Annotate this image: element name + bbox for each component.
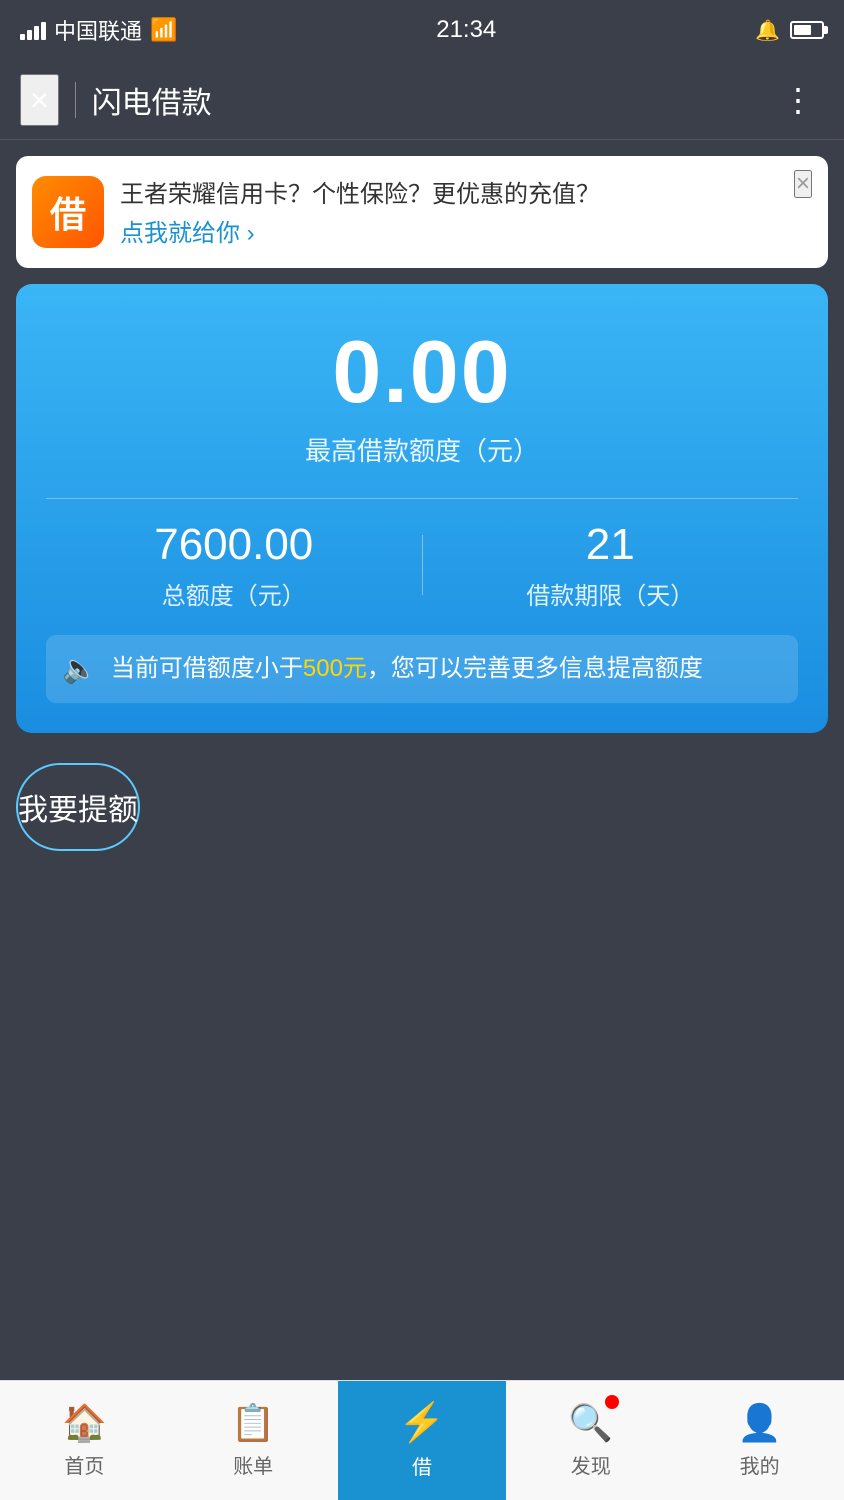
signal-icon xyxy=(20,20,46,40)
nav-item-borrow-label: 借 xyxy=(412,1451,432,1480)
wifi-icon: 📶 xyxy=(150,17,177,43)
ad-banner: 借 王者荣耀信用卡？个性保险？更优惠的充值？ 点我就给你 › × xyxy=(16,156,828,268)
status-time: 21:34 xyxy=(436,16,496,44)
card-divider xyxy=(46,498,798,499)
loan-days-label: 借款期限（天） xyxy=(423,576,799,611)
page-title: 闪电借款 xyxy=(92,78,774,122)
more-button[interactable]: ⋮ xyxy=(774,73,824,127)
status-left: 中国联通 📶 xyxy=(20,14,177,46)
nav-bar: × 闪电借款 ⋮ xyxy=(0,60,844,140)
notice-prefix: 当前可借额度小于 xyxy=(111,655,303,682)
nav-item-bill[interactable]: 📋 账单 xyxy=(169,1381,338,1500)
nav-divider xyxy=(75,82,76,118)
status-bar: 中国联通 📶 21:34 🔔 xyxy=(0,0,844,60)
carrier-label: 中国联通 xyxy=(54,14,142,46)
lightning-icon: ⚡ xyxy=(398,1401,445,1445)
notice-row: 🔈 当前可借额度小于500元，您可以完善更多信息提高额度 xyxy=(46,635,798,703)
nav-item-borrow[interactable]: ⚡ 借 xyxy=(338,1381,507,1500)
nav-item-bill-label: 账单 xyxy=(233,1450,273,1479)
battery-fill xyxy=(794,25,811,35)
discover-icon: 🔍 xyxy=(568,1402,613,1444)
ad-link[interactable]: 点我就给你 › xyxy=(120,220,255,247)
ad-text-content: 王者荣耀信用卡？个性保险？更优惠的充值？ 点我就给你 › xyxy=(120,177,812,248)
notice-suffix: ，您可以完善更多信息提高额度 xyxy=(367,655,703,682)
profile-icon: 👤 xyxy=(737,1402,782,1444)
speaker-icon: 🔈 xyxy=(62,652,97,685)
amount-display: 0.00 xyxy=(46,324,798,421)
nav-item-home-label: 首页 xyxy=(64,1450,104,1479)
total-amount-value: 7600.00 xyxy=(46,519,422,572)
stats-row: 7600.00 总额度（元） 21 借款期限（天） xyxy=(46,519,798,611)
amount-value: 0.00 xyxy=(46,324,798,421)
ad-logo-icon: 借 xyxy=(32,176,104,248)
bill-icon: 📋 xyxy=(231,1402,276,1444)
increase-limit-label: 我要提额 xyxy=(18,785,138,829)
bell-icon: 🔔 xyxy=(755,18,780,43)
discover-badge xyxy=(605,1395,619,1409)
nav-item-mine-label: 我的 xyxy=(740,1450,780,1479)
notice-highlight: 500元 xyxy=(303,655,367,682)
total-amount-label: 总额度（元） xyxy=(46,576,422,611)
battery-icon xyxy=(790,21,824,39)
amount-label: 最高借款额度（元） xyxy=(46,431,798,468)
nav-item-discover-label: 发现 xyxy=(571,1450,611,1479)
ad-main-text: 王者荣耀信用卡？个性保险？更优惠的充值？ xyxy=(120,177,812,213)
home-icon: 🏠 xyxy=(62,1402,107,1444)
bottom-nav: 🏠 首页 📋 账单 ⚡ 借 🔍 发现 👤 我的 xyxy=(0,1380,844,1500)
loan-days-value: 21 xyxy=(423,519,799,572)
nav-item-home[interactable]: 🏠 首页 xyxy=(0,1381,169,1500)
increase-limit-button[interactable]: 我要提额 xyxy=(16,763,140,851)
notice-text: 当前可借额度小于500元，您可以完善更多信息提高额度 xyxy=(111,651,703,687)
nav-item-discover[interactable]: 🔍 发现 xyxy=(506,1381,675,1500)
status-right: 🔔 xyxy=(755,18,824,43)
total-amount-stat: 7600.00 总额度（元） xyxy=(46,519,422,611)
nav-item-mine[interactable]: 👤 我的 xyxy=(675,1381,844,1500)
loan-days-stat: 21 借款期限（天） xyxy=(423,519,799,611)
main-card: 0.00 最高借款额度（元） 7600.00 总额度（元） 21 借款期限（天）… xyxy=(16,284,828,733)
close-button[interactable]: × xyxy=(20,74,59,126)
ad-close-button[interactable]: × xyxy=(794,170,812,198)
